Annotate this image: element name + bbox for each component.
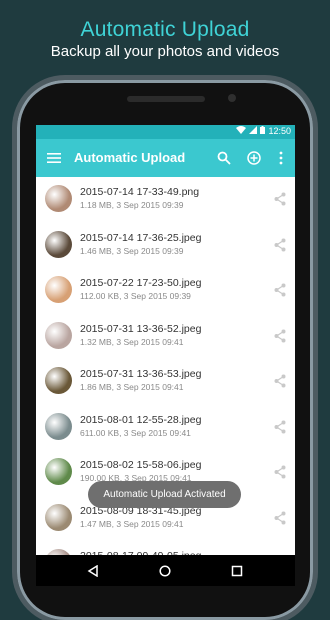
- file-name: 2015-07-31 13-36-52.jpeg: [80, 322, 202, 335]
- file-thumbnail: [45, 321, 72, 349]
- file-thumbnail: [45, 230, 72, 258]
- more-options-icon[interactable]: [271, 148, 291, 168]
- status-bar: 12:50: [36, 125, 295, 139]
- share-icon[interactable]: [274, 329, 286, 343]
- promo-title: Automatic Upload: [80, 18, 250, 41]
- file-meta: 1.18 MB, 3 Sep 2015 09:39: [80, 200, 184, 210]
- menu-icon[interactable]: [44, 148, 64, 168]
- file-thumbnail: [45, 185, 72, 212]
- file-name: 2015-07-31 13-36-53.jpeg: [80, 368, 202, 380]
- phone-speaker: [127, 96, 205, 102]
- file-thumbnail: [45, 412, 72, 440]
- add-icon[interactable]: [244, 148, 264, 168]
- share-icon[interactable]: [274, 511, 286, 525]
- app-bar: Automatic Upload: [36, 139, 295, 177]
- file-meta: 1.86 MB, 3 Sep 2015 09:41: [80, 382, 184, 392]
- file-list-item[interactable]: 2015-08-17 09-49-05.jpeg: [36, 541, 295, 555]
- file-list-item[interactable]: 2015-08-01 12-55-28.jpeg 611.00 KB, 3 Sep…: [36, 405, 295, 451]
- file-list-item[interactable]: 2015-07-31 13-36-52.jpeg 1.32 MB, 3 Sep 2…: [36, 314, 295, 360]
- search-icon[interactable]: [214, 148, 234, 168]
- share-icon[interactable]: [274, 465, 286, 479]
- file-meta: 1.32 MB, 3 Sep 2015 09:41: [80, 336, 184, 347]
- file-list-item[interactable]: 2015-07-31 13-36-53.jpeg 1.86 MB, 3 Sep 2…: [36, 359, 295, 405]
- file-meta: 1.46 MB, 3 Sep 2015 09:39: [80, 245, 184, 256]
- navigation-bar: [36, 555, 295, 586]
- back-icon[interactable]: [84, 562, 102, 580]
- wifi-icon: [236, 126, 247, 136]
- share-icon[interactable]: [274, 192, 286, 206]
- file-thumbnail: [45, 458, 72, 485]
- file-name: 2015-07-14 17-33-49.png: [80, 186, 200, 198]
- file-name: 2015-08-01 12-55-28.jpeg: [80, 413, 202, 426]
- file-thumbnail: [45, 503, 72, 531]
- file-name: 2015-07-14 17-36-25.jpeg: [80, 231, 202, 244]
- file-thumbnail: [45, 367, 72, 394]
- battery-icon: [260, 126, 266, 136]
- file-meta: 611.00 KB, 3 Sep 2015 09:41: [80, 427, 191, 438]
- signal-icon: [249, 126, 258, 136]
- file-name: 2015-08-02 15-58-06.jpeg: [80, 459, 202, 471]
- status-time: 12:50: [268, 126, 291, 136]
- file-meta: 1.47 MB, 3 Sep 2015 09:41: [80, 518, 184, 529]
- app-bar-title: Automatic Upload: [74, 150, 186, 165]
- file-list-item[interactable]: 2015-07-22 17-23-50.jpeg 112.00 KB, 3 Sep…: [36, 268, 295, 314]
- promo-subtitle: Backup all your photos and videos: [50, 43, 280, 60]
- share-icon[interactable]: [274, 374, 286, 388]
- share-icon[interactable]: [274, 238, 286, 252]
- share-icon[interactable]: [274, 283, 286, 297]
- file-list-item[interactable]: 2015-07-14 17-36-25.jpeg 1.46 MB, 3 Sep 2…: [36, 223, 295, 269]
- home-icon[interactable]: [156, 562, 174, 580]
- toast-message: Automatic Upload Activated: [88, 481, 241, 508]
- status-icons: 12:50: [236, 126, 291, 136]
- file-name: 2015-07-22 17-23-50.jpeg: [80, 277, 202, 289]
- recents-icon[interactable]: [228, 562, 246, 580]
- file-list-item[interactable]: 2015-07-14 17-33-49.png 1.18 MB, 3 Sep 20…: [36, 177, 295, 223]
- share-icon[interactable]: [274, 420, 286, 434]
- file-meta: 112.00 KB, 3 Sep 2015 09:39: [80, 291, 191, 301]
- file-thumbnail: [45, 276, 72, 303]
- phone-camera: [228, 94, 236, 102]
